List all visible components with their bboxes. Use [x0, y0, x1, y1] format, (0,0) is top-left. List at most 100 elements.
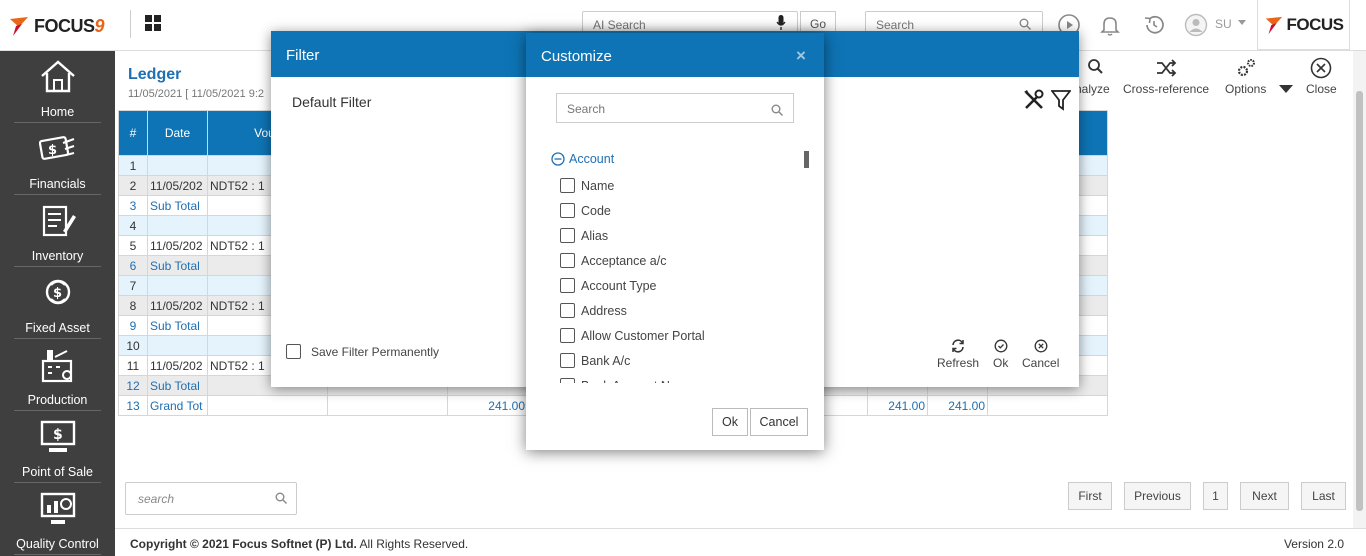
default-filter-label[interactable]: Default Filter: [292, 94, 371, 110]
bell-icon[interactable]: [1098, 13, 1122, 37]
field-checkbox[interactable]: [560, 353, 575, 368]
row-number: 2: [118, 175, 148, 196]
sidebar-item-label: Point of Sale: [22, 465, 93, 479]
current-page-button[interactable]: 1: [1203, 482, 1228, 510]
date-cell: [147, 275, 208, 296]
brand-logo: FOCUS: [1257, 0, 1350, 50]
field-option[interactable]: Acceptance a/c: [560, 248, 800, 273]
cross-reference-label: Cross-reference: [1123, 82, 1210, 96]
close-icon[interactable]: ×: [796, 46, 806, 66]
filter-cancel-button[interactable]: Cancel: [1022, 339, 1059, 370]
user-avatar-icon[interactable]: [1184, 13, 1208, 37]
last-page-button[interactable]: Last: [1301, 482, 1346, 510]
field-checkbox[interactable]: [560, 253, 575, 268]
row-number: 10: [118, 335, 148, 356]
sidebar-item-quality-control[interactable]: Quality Control: [14, 483, 101, 555]
field-option[interactable]: Bank Account Name: [560, 373, 800, 383]
check-circle-icon: [994, 339, 1008, 353]
close-label: Close: [1306, 82, 1337, 96]
field-checkbox[interactable]: [560, 378, 575, 383]
field-checkbox[interactable]: [560, 303, 575, 318]
options-button[interactable]: Options: [1225, 57, 1266, 96]
refresh-icon: [952, 339, 964, 353]
column-header[interactable]: #: [118, 110, 148, 156]
tools-icon[interactable]: [1023, 89, 1045, 111]
analyze-label: nalyze: [1075, 82, 1110, 96]
customize-ok-button[interactable]: Ok: [712, 408, 748, 436]
first-page-button[interactable]: First: [1068, 482, 1112, 510]
date-range: 11/05/2021 [ 11/05/2021 9:2: [128, 88, 264, 100]
sidebar-item-point-of-sale[interactable]: $ Point of Sale: [14, 411, 101, 483]
history-icon[interactable]: [1142, 13, 1166, 37]
date-cell: Grand Tot: [147, 395, 208, 416]
home-icon: [41, 60, 75, 93]
amount-cell: 241.00: [447, 395, 528, 416]
field-checkbox[interactable]: [560, 178, 575, 193]
date-cell: [147, 215, 208, 236]
field-checkbox[interactable]: [560, 203, 575, 218]
user-initials[interactable]: SU: [1215, 17, 1232, 31]
vertical-scrollbar[interactable]: [1353, 51, 1366, 556]
refresh-button[interactable]: Refresh: [937, 339, 979, 370]
customize-search-input[interactable]: Search: [556, 93, 794, 123]
field-option[interactable]: Alias: [560, 223, 800, 248]
row-number: 7: [118, 275, 148, 296]
date-cell: [147, 335, 208, 356]
filter-icon[interactable]: [1051, 89, 1071, 111]
save-filter-permanently[interactable]: Save Filter Permanently: [286, 344, 439, 359]
field-option[interactable]: Name: [560, 173, 800, 198]
field-option[interactable]: Account Type: [560, 273, 800, 298]
copyright: Copyright © 2021 Focus Softnet (P) Ltd. …: [130, 537, 469, 551]
sidebar-item-financials[interactable]: $ Financials: [14, 123, 101, 195]
chevron-down-icon[interactable]: [1238, 20, 1246, 25]
app-grid-icon[interactable]: [145, 15, 161, 31]
production-icon: [41, 350, 73, 383]
divider: [130, 10, 131, 38]
field-checkbox[interactable]: [560, 278, 575, 293]
analyze-button[interactable]: nalyze: [1075, 57, 1110, 96]
search-icon[interactable]: [1019, 18, 1031, 30]
filter-ok-label: Ok: [993, 356, 1009, 370]
column-header[interactable]: Date: [147, 110, 208, 156]
field-checkbox[interactable]: [560, 328, 575, 343]
row-number: 4: [118, 215, 148, 236]
microphone-icon[interactable]: [776, 15, 786, 31]
refresh-label: Refresh: [937, 356, 980, 370]
sidebar-item-fixed-asset[interactable]: $ Fixed Asset: [14, 267, 101, 339]
options-caret-icon[interactable]: [1279, 85, 1293, 93]
list-scrollbar-thumb[interactable]: [804, 151, 809, 168]
date-cell: 11/05/202: [147, 235, 208, 256]
search-icon[interactable]: [771, 104, 783, 116]
customize-cancel-button[interactable]: Cancel: [750, 408, 808, 436]
row-number: 13: [118, 395, 148, 416]
footer: Copyright © 2021 Focus Softnet (P) Ltd. …: [115, 528, 1366, 556]
date-cell: Sub Total: [147, 255, 208, 276]
version-label: Version 2.0: [1283, 537, 1344, 551]
sidebar-item-production[interactable]: Production: [14, 339, 101, 411]
row-number: 12: [118, 375, 148, 396]
field-label: Bank Account Name: [581, 379, 694, 384]
date-cell: 11/05/202: [147, 175, 208, 196]
filter-ok-button[interactable]: Ok: [993, 339, 1008, 370]
table-search-input[interactable]: search: [125, 482, 297, 515]
account-group-toggle[interactable]: Account: [551, 152, 614, 166]
previous-page-button[interactable]: Previous: [1124, 482, 1191, 510]
field-option[interactable]: Allow Customer Portal: [560, 323, 800, 348]
focus9-logo[interactable]: FOCUS9: [8, 12, 104, 40]
search-icon[interactable]: [275, 492, 287, 504]
save-filter-checkbox[interactable]: [286, 344, 301, 359]
sidebar-item-label: Financials: [29, 177, 86, 191]
cross-reference-button[interactable]: Cross-reference: [1123, 57, 1209, 96]
next-page-button[interactable]: Next: [1240, 482, 1289, 510]
scrollbar-thumb[interactable]: [1356, 91, 1363, 511]
sidebar-item-home[interactable]: Home: [14, 51, 101, 123]
sidebar-item-inventory[interactable]: Inventory: [14, 195, 101, 267]
field-option[interactable]: Code: [560, 198, 800, 223]
field-option[interactable]: Address: [560, 298, 800, 323]
field-checkbox[interactable]: [560, 228, 575, 243]
row-number: 8: [118, 295, 148, 316]
date-cell: Sub Total: [147, 315, 208, 336]
close-button[interactable]: Close: [1306, 57, 1337, 96]
focus-logo-mark-icon: [10, 17, 28, 36]
field-option[interactable]: Bank A/c: [560, 348, 800, 373]
